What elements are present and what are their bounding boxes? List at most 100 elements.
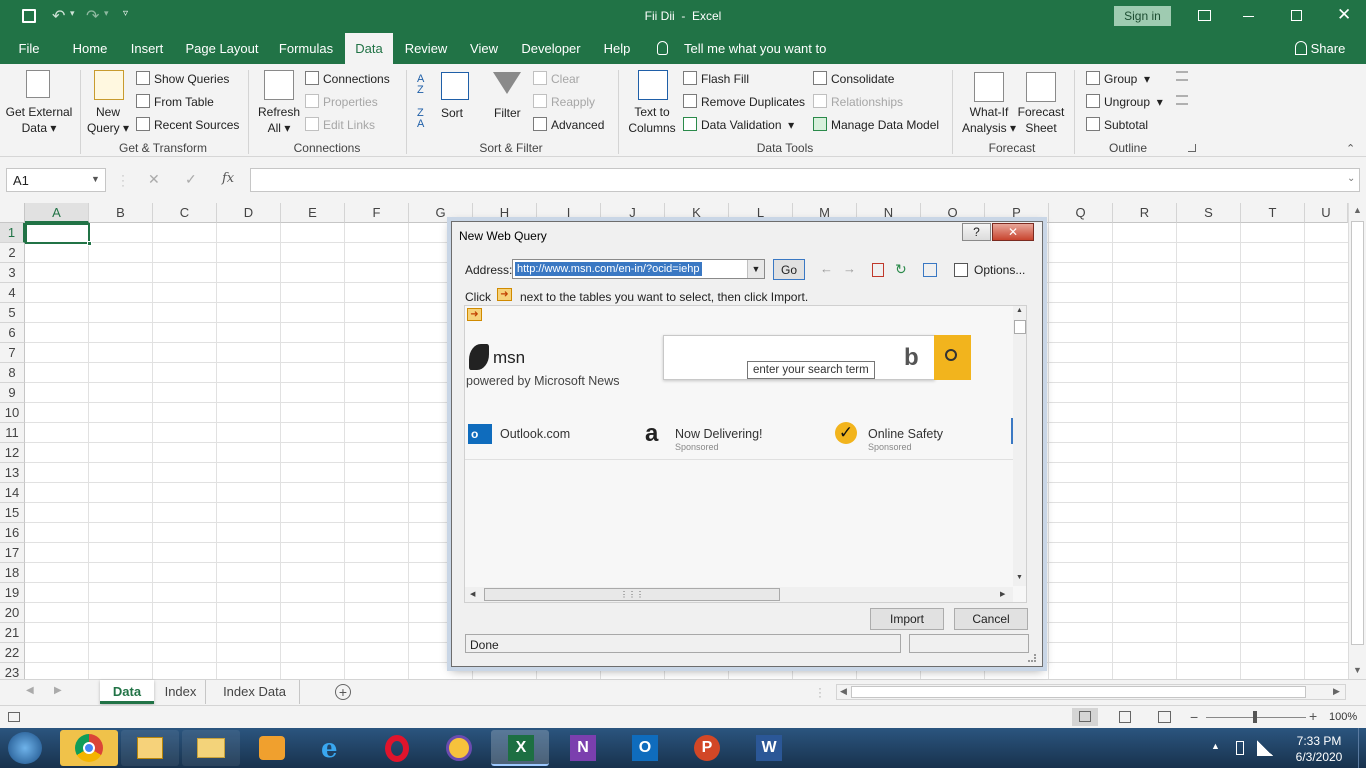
refresh-all-button[interactable]: Refresh All ▾: [254, 104, 304, 136]
preview-scroll-right-icon[interactable]: ▶: [1000, 590, 1005, 598]
column-header-u[interactable]: U: [1305, 203, 1348, 223]
select-all-corner[interactable]: [0, 203, 25, 223]
column-header-h[interactable]: H: [473, 203, 537, 223]
get-external-data-button[interactable]: Get External Data ▾: [4, 104, 74, 136]
scroll-right-icon[interactable]: ▶: [1333, 686, 1340, 697]
preview-vertical-scrollbar[interactable]: ▲ ▼: [1013, 306, 1026, 586]
column-header-s[interactable]: S: [1177, 203, 1241, 223]
row-header-22[interactable]: 22: [0, 643, 25, 663]
sheet-tab-data[interactable]: Data: [100, 680, 154, 704]
connections-button[interactable]: Connections: [305, 71, 390, 86]
row-header-11[interactable]: 11: [0, 423, 25, 443]
import-button[interactable]: Import: [870, 608, 944, 630]
what-if-analysis-button[interactable]: What-If Analysis ▾: [958, 104, 1020, 136]
row-header-8[interactable]: 8: [0, 363, 25, 383]
previous-sheet-icon[interactable]: ◀: [26, 685, 34, 696]
row-header-5[interactable]: 5: [0, 303, 25, 323]
preview-horizontal-scroll-thumb[interactable]: ⋮⋮⋮: [484, 588, 780, 601]
row-header-16[interactable]: 16: [0, 523, 25, 543]
next-sheet-icon[interactable]: ▶: [54, 685, 62, 696]
stop-icon[interactable]: [872, 263, 884, 277]
address-dropdown-icon[interactable]: ▼: [747, 260, 764, 278]
page-break-view-icon[interactable]: [1158, 711, 1171, 723]
vertical-scroll-thumb[interactable]: [1351, 221, 1364, 645]
row-header-15[interactable]: 15: [0, 503, 25, 523]
close-icon[interactable]: ✕: [1337, 5, 1351, 25]
tab-formulas[interactable]: Formulas: [275, 33, 337, 64]
scroll-up-icon[interactable]: ▲: [1353, 205, 1362, 215]
column-header-c[interactable]: C: [153, 203, 217, 223]
row-header-13[interactable]: 13: [0, 463, 25, 483]
row-header-12[interactable]: 12: [0, 443, 25, 463]
properties-button[interactable]: Properties: [305, 94, 378, 109]
from-table-button[interactable]: From Table: [136, 94, 214, 109]
taskbar-internet-explorer[interactable]: e: [305, 730, 363, 766]
horizontal-scroll-thumb[interactable]: [851, 686, 1306, 698]
taskbar-outlook-old[interactable]: [121, 730, 179, 766]
options-button[interactable]: Options...: [974, 263, 1025, 277]
row-header-21[interactable]: 21: [0, 623, 25, 643]
preview-scroll-left-icon[interactable]: ◀: [470, 590, 475, 598]
column-header-f[interactable]: F: [345, 203, 409, 223]
tab-help[interactable]: Help: [598, 33, 636, 64]
cancel-button[interactable]: Cancel: [954, 608, 1028, 630]
reapply-button[interactable]: Reapply: [533, 94, 595, 109]
scroll-down-icon[interactable]: ▼: [1353, 665, 1362, 675]
relationships-button[interactable]: Relationships: [813, 94, 903, 109]
new-query-button[interactable]: New Query ▾: [86, 104, 130, 136]
column-header-l[interactable]: L: [729, 203, 793, 223]
taskbar-outlook[interactable]: O: [615, 730, 673, 766]
remove-duplicates-button[interactable]: Remove Duplicates: [683, 94, 805, 109]
row-header-9[interactable]: 9: [0, 383, 25, 403]
row-header-10[interactable]: 10: [0, 403, 25, 423]
zoom-level[interactable]: 100%: [1329, 711, 1357, 723]
link-now-delivering[interactable]: Now Delivering!: [675, 427, 763, 441]
taskbar-chrome[interactable]: [60, 730, 118, 766]
tab-developer[interactable]: Developer: [518, 33, 584, 64]
share-icon[interactable]: [1295, 41, 1307, 55]
sheet-tab-index[interactable]: Index: [156, 680, 206, 704]
options-icon[interactable]: [954, 263, 968, 277]
column-header-n[interactable]: N: [857, 203, 921, 223]
horizontal-scrollbar[interactable]: ◀ ▶: [836, 684, 1346, 700]
new-sheet-icon[interactable]: +: [335, 684, 351, 700]
name-box[interactable]: A1 ▼: [6, 168, 106, 192]
advanced-button[interactable]: Advanced: [533, 117, 604, 132]
network-icon[interactable]: [1257, 740, 1273, 756]
row-header-2[interactable]: 2: [0, 243, 25, 263]
cancel-formula-icon[interactable]: ✕: [148, 171, 160, 188]
subtotal-button[interactable]: Subtotal: [1086, 117, 1148, 132]
taskbar-word[interactable]: W: [739, 730, 797, 766]
column-header-t[interactable]: T: [1241, 203, 1305, 223]
show-queries-button[interactable]: Show Queries: [136, 71, 229, 86]
show-detail-icon[interactable]: [1176, 71, 1188, 81]
select-page-arrow-icon[interactable]: ➜: [467, 308, 482, 321]
flash-fill-button[interactable]: Flash Fill: [683, 71, 749, 86]
clock-date[interactable]: 6/3/2020: [1290, 750, 1348, 764]
share-button[interactable]: Share: [1310, 33, 1346, 64]
column-header-q[interactable]: Q: [1049, 203, 1113, 223]
save-query-icon[interactable]: [923, 263, 937, 277]
data-validation-button[interactable]: Data Validation ▾: [683, 117, 794, 132]
restore-icon[interactable]: [1291, 10, 1302, 21]
scroll-left-icon[interactable]: ◀: [840, 686, 847, 697]
insert-function-icon[interactable]: fx: [222, 171, 234, 186]
row-header-3[interactable]: 3: [0, 263, 25, 283]
row-header-4[interactable]: 4: [0, 283, 25, 303]
column-header-r[interactable]: R: [1113, 203, 1177, 223]
column-header-b[interactable]: B: [89, 203, 153, 223]
row-header-19[interactable]: 19: [0, 583, 25, 603]
taskbar-vpn[interactable]: [430, 730, 488, 766]
address-combobox[interactable]: http://www.msn.com/en-in/?ocid=iehp ▼: [512, 259, 765, 279]
tell-me-search[interactable]: Tell me what you want to do: [684, 33, 844, 87]
taskbar-excel[interactable]: X: [491, 730, 549, 766]
show-desktop-button[interactable]: [1358, 728, 1366, 768]
collapse-ribbon-icon[interactable]: ⌃: [1346, 142, 1355, 155]
row-header-14[interactable]: 14: [0, 483, 25, 503]
dialog-close-button[interactable]: ✕: [992, 223, 1034, 241]
vertical-scrollbar[interactable]: ▲ ▼: [1348, 203, 1366, 679]
sign-in-button[interactable]: Sign in: [1114, 6, 1171, 26]
clear-button[interactable]: Clear: [533, 71, 580, 86]
go-button[interactable]: Go: [773, 259, 805, 280]
row-header-18[interactable]: 18: [0, 563, 25, 583]
